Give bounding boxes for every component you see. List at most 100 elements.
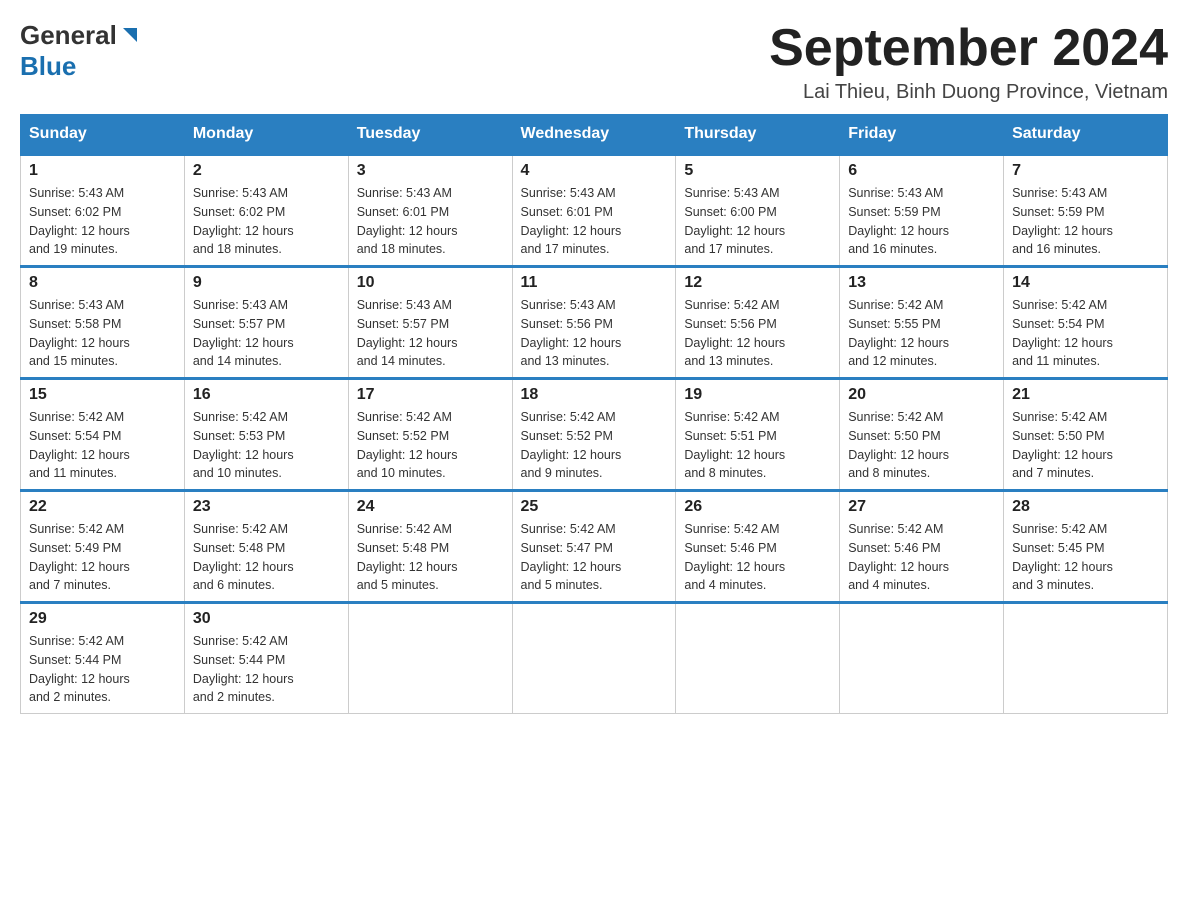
table-row: 3 Sunrise: 5:43 AMSunset: 6:01 PMDayligh… (348, 155, 512, 267)
month-title: September 2024 (769, 20, 1168, 77)
day-number: 29 (29, 610, 176, 628)
day-info: Sunrise: 5:42 AMSunset: 5:54 PMDaylight:… (1012, 298, 1113, 368)
col-tuesday: Tuesday (348, 115, 512, 155)
day-info: Sunrise: 5:42 AMSunset: 5:44 PMDaylight:… (193, 634, 294, 704)
day-number: 11 (521, 274, 668, 292)
day-info: Sunrise: 5:43 AMSunset: 5:58 PMDaylight:… (29, 298, 130, 368)
table-row (676, 603, 840, 714)
day-info: Sunrise: 5:43 AMSunset: 5:57 PMDaylight:… (357, 298, 458, 368)
table-row: 17 Sunrise: 5:42 AMSunset: 5:52 PMDaylig… (348, 379, 512, 491)
day-info: Sunrise: 5:42 AMSunset: 5:46 PMDaylight:… (848, 522, 949, 592)
col-monday: Monday (184, 115, 348, 155)
table-row: 8 Sunrise: 5:43 AMSunset: 5:58 PMDayligh… (21, 267, 185, 379)
day-info: Sunrise: 5:42 AMSunset: 5:50 PMDaylight:… (848, 410, 949, 480)
day-number: 28 (1012, 498, 1159, 516)
day-number: 19 (684, 386, 831, 404)
table-row: 14 Sunrise: 5:42 AMSunset: 5:54 PMDaylig… (1004, 267, 1168, 379)
page-header: General Blue September 2024 Lai Thieu, B… (20, 20, 1168, 104)
col-friday: Friday (840, 115, 1004, 155)
table-row: 20 Sunrise: 5:42 AMSunset: 5:50 PMDaylig… (840, 379, 1004, 491)
table-row: 15 Sunrise: 5:42 AMSunset: 5:54 PMDaylig… (21, 379, 185, 491)
day-info: Sunrise: 5:42 AMSunset: 5:47 PMDaylight:… (521, 522, 622, 592)
day-number: 20 (848, 386, 995, 404)
day-info: Sunrise: 5:42 AMSunset: 5:48 PMDaylight:… (193, 522, 294, 592)
table-row (840, 603, 1004, 714)
table-row: 26 Sunrise: 5:42 AMSunset: 5:46 PMDaylig… (676, 491, 840, 603)
day-number: 30 (193, 610, 340, 628)
table-row (512, 603, 676, 714)
logo-triangle-icon (119, 24, 141, 46)
day-number: 3 (357, 162, 504, 180)
day-info: Sunrise: 5:43 AMSunset: 5:59 PMDaylight:… (848, 186, 949, 256)
day-info: Sunrise: 5:43 AMSunset: 6:00 PMDaylight:… (684, 186, 785, 256)
day-number: 2 (193, 162, 340, 180)
table-row: 9 Sunrise: 5:43 AMSunset: 5:57 PMDayligh… (184, 267, 348, 379)
day-number: 22 (29, 498, 176, 516)
day-number: 10 (357, 274, 504, 292)
calendar-header-row: Sunday Monday Tuesday Wednesday Thursday… (21, 115, 1168, 155)
table-row: 22 Sunrise: 5:42 AMSunset: 5:49 PMDaylig… (21, 491, 185, 603)
day-info: Sunrise: 5:43 AMSunset: 5:59 PMDaylight:… (1012, 186, 1113, 256)
day-number: 23 (193, 498, 340, 516)
day-info: Sunrise: 5:43 AMSunset: 6:02 PMDaylight:… (29, 186, 130, 256)
day-number: 24 (357, 498, 504, 516)
day-info: Sunrise: 5:43 AMSunset: 5:56 PMDaylight:… (521, 298, 622, 368)
table-row: 7 Sunrise: 5:43 AMSunset: 5:59 PMDayligh… (1004, 155, 1168, 267)
day-info: Sunrise: 5:42 AMSunset: 5:48 PMDaylight:… (357, 522, 458, 592)
day-number: 26 (684, 498, 831, 516)
table-row: 30 Sunrise: 5:42 AMSunset: 5:44 PMDaylig… (184, 603, 348, 714)
col-wednesday: Wednesday (512, 115, 676, 155)
col-sunday: Sunday (21, 115, 185, 155)
logo-general-text: General (20, 20, 117, 51)
day-info: Sunrise: 5:42 AMSunset: 5:49 PMDaylight:… (29, 522, 130, 592)
day-number: 25 (521, 498, 668, 516)
table-row: 5 Sunrise: 5:43 AMSunset: 6:00 PMDayligh… (676, 155, 840, 267)
calendar-week-3: 15 Sunrise: 5:42 AMSunset: 5:54 PMDaylig… (21, 379, 1168, 491)
day-number: 13 (848, 274, 995, 292)
title-section: September 2024 Lai Thieu, Binh Duong Pro… (769, 20, 1168, 104)
table-row: 10 Sunrise: 5:43 AMSunset: 5:57 PMDaylig… (348, 267, 512, 379)
table-row: 24 Sunrise: 5:42 AMSunset: 5:48 PMDaylig… (348, 491, 512, 603)
table-row (348, 603, 512, 714)
day-info: Sunrise: 5:42 AMSunset: 5:52 PMDaylight:… (357, 410, 458, 480)
table-row: 1 Sunrise: 5:43 AMSunset: 6:02 PMDayligh… (21, 155, 185, 267)
day-number: 9 (193, 274, 340, 292)
day-number: 4 (521, 162, 668, 180)
col-saturday: Saturday (1004, 115, 1168, 155)
day-number: 18 (521, 386, 668, 404)
day-number: 5 (684, 162, 831, 180)
logo: General Blue (20, 20, 141, 82)
table-row: 13 Sunrise: 5:42 AMSunset: 5:55 PMDaylig… (840, 267, 1004, 379)
table-row: 18 Sunrise: 5:42 AMSunset: 5:52 PMDaylig… (512, 379, 676, 491)
table-row: 25 Sunrise: 5:42 AMSunset: 5:47 PMDaylig… (512, 491, 676, 603)
day-number: 6 (848, 162, 995, 180)
table-row: 4 Sunrise: 5:43 AMSunset: 6:01 PMDayligh… (512, 155, 676, 267)
day-number: 21 (1012, 386, 1159, 404)
day-info: Sunrise: 5:42 AMSunset: 5:53 PMDaylight:… (193, 410, 294, 480)
day-info: Sunrise: 5:43 AMSunset: 6:01 PMDaylight:… (357, 186, 458, 256)
col-thursday: Thursday (676, 115, 840, 155)
table-row: 12 Sunrise: 5:42 AMSunset: 5:56 PMDaylig… (676, 267, 840, 379)
day-info: Sunrise: 5:42 AMSunset: 5:50 PMDaylight:… (1012, 410, 1113, 480)
day-number: 15 (29, 386, 176, 404)
day-number: 8 (29, 274, 176, 292)
day-info: Sunrise: 5:42 AMSunset: 5:52 PMDaylight:… (521, 410, 622, 480)
table-row: 11 Sunrise: 5:43 AMSunset: 5:56 PMDaylig… (512, 267, 676, 379)
table-row: 28 Sunrise: 5:42 AMSunset: 5:45 PMDaylig… (1004, 491, 1168, 603)
day-info: Sunrise: 5:42 AMSunset: 5:55 PMDaylight:… (848, 298, 949, 368)
day-info: Sunrise: 5:43 AMSunset: 6:02 PMDaylight:… (193, 186, 294, 256)
calendar-week-5: 29 Sunrise: 5:42 AMSunset: 5:44 PMDaylig… (21, 603, 1168, 714)
day-number: 1 (29, 162, 176, 180)
day-info: Sunrise: 5:43 AMSunset: 5:57 PMDaylight:… (193, 298, 294, 368)
day-info: Sunrise: 5:42 AMSunset: 5:44 PMDaylight:… (29, 634, 130, 704)
day-info: Sunrise: 5:42 AMSunset: 5:46 PMDaylight:… (684, 522, 785, 592)
table-row: 21 Sunrise: 5:42 AMSunset: 5:50 PMDaylig… (1004, 379, 1168, 491)
table-row: 6 Sunrise: 5:43 AMSunset: 5:59 PMDayligh… (840, 155, 1004, 267)
day-number: 16 (193, 386, 340, 404)
calendar-week-2: 8 Sunrise: 5:43 AMSunset: 5:58 PMDayligh… (21, 267, 1168, 379)
calendar-table: Sunday Monday Tuesday Wednesday Thursday… (20, 114, 1168, 714)
table-row: 27 Sunrise: 5:42 AMSunset: 5:46 PMDaylig… (840, 491, 1004, 603)
logo-blue-text: Blue (20, 51, 76, 82)
day-info: Sunrise: 5:42 AMSunset: 5:56 PMDaylight:… (684, 298, 785, 368)
day-info: Sunrise: 5:42 AMSunset: 5:45 PMDaylight:… (1012, 522, 1113, 592)
